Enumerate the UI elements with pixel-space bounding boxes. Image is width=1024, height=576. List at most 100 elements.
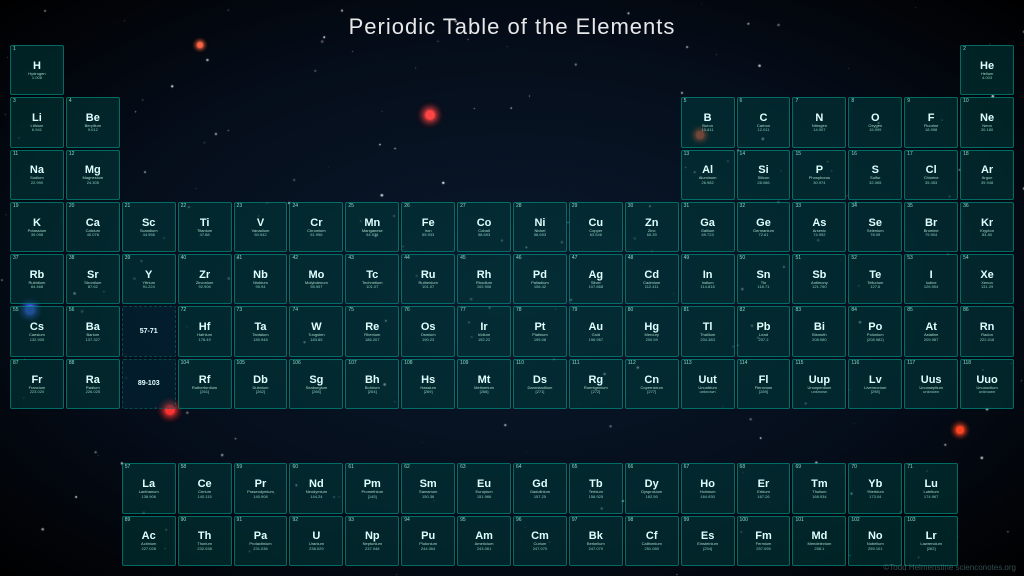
element-S[interactable]: 16SSulfur32.065 bbox=[848, 150, 902, 200]
element-N[interactable]: 7NNitrogen14.007 bbox=[792, 97, 846, 147]
element-Dy[interactable]: 66DyDysprosium162.50 bbox=[625, 463, 679, 513]
element-Ba[interactable]: 56BaBarium137.327 bbox=[66, 306, 120, 356]
element-Lu[interactable]: 71LuLutetium174.967 bbox=[904, 463, 958, 513]
element-Zn[interactable]: 30ZnZinc65.39 bbox=[625, 202, 679, 252]
element-Ta[interactable]: 73TaTantalum180.948 bbox=[234, 306, 288, 356]
element-Y[interactable]: 39YYttrium91.224 bbox=[122, 254, 176, 304]
element-Ac[interactable]: 89-103 bbox=[122, 359, 176, 409]
element-Md[interactable]: 101MdMendelevium258.1 bbox=[792, 516, 846, 566]
element-Fr[interactable]: 87FrFrancium223.020 bbox=[10, 359, 64, 409]
element-Es[interactable]: 99EsEinsteinium[254] bbox=[681, 516, 735, 566]
element-La[interactable]: 57-71 bbox=[122, 306, 176, 356]
element-Hg[interactable]: 80HgMercury200.59 bbox=[625, 306, 679, 356]
element-Mg[interactable]: 12MgMagnesium24.305 bbox=[66, 150, 120, 200]
element-I[interactable]: 53IIodine126.904 bbox=[904, 254, 958, 304]
element-Tm[interactable]: 69TmThulium168.934 bbox=[792, 463, 846, 513]
element-Sn[interactable]: 50SnTin118.71 bbox=[737, 254, 791, 304]
element-Br[interactable]: 35BrBromine79.904 bbox=[904, 202, 958, 252]
element-Mo[interactable]: 42MoMolybdenum98.907 bbox=[289, 254, 343, 304]
element-Pd[interactable]: 46PdPalladium106.42 bbox=[513, 254, 567, 304]
element-Fm[interactable]: 100FmFermium257.095 bbox=[737, 516, 791, 566]
element-Pu[interactable]: 94PuPlutonium244.064 bbox=[401, 516, 455, 566]
element-Sg[interactable]: 106SgSeaborgium[266] bbox=[289, 359, 343, 409]
element-Cm[interactable]: 96CmCurium247.070 bbox=[513, 516, 567, 566]
element-Ir[interactable]: 77IrIridium192.22 bbox=[457, 306, 511, 356]
element-F[interactable]: 9FFluorine18.998 bbox=[904, 97, 958, 147]
element-Os[interactable]: 76OsOsmium190.23 bbox=[401, 306, 455, 356]
element-Bk[interactable]: 97BkBerkelium247.070 bbox=[569, 516, 623, 566]
element-Uus[interactable]: 117UusUnunseptiumunknown bbox=[904, 359, 958, 409]
element-Ra[interactable]: 88RaRadium226.025 bbox=[66, 359, 120, 409]
element-Tl[interactable]: 81TlThallium204.383 bbox=[681, 306, 735, 356]
element-W[interactable]: 74WTungsten183.85 bbox=[289, 306, 343, 356]
element-K[interactable]: 19KPotassium39.098 bbox=[10, 202, 64, 252]
element-Pr[interactable]: 59PrPraseodymium140.908 bbox=[234, 463, 288, 513]
element-Bh[interactable]: 107BhBohrium[264] bbox=[345, 359, 399, 409]
element-Uup[interactable]: 115UupUnunpentiumunknown bbox=[792, 359, 846, 409]
element-Er[interactable]: 68ErErbium167.26 bbox=[737, 463, 791, 513]
element-Nd[interactable]: 60NdNeodymium144.24 bbox=[289, 463, 343, 513]
element-V[interactable]: 23VVanadium50.942 bbox=[234, 202, 288, 252]
element-Ti[interactable]: 22TiTitanium47.88 bbox=[178, 202, 232, 252]
element-No[interactable]: 102NoNobelium259.101 bbox=[848, 516, 902, 566]
element-Xe[interactable]: 54XeXenon131.29 bbox=[960, 254, 1014, 304]
element-Ga[interactable]: 31GaGallium69.723 bbox=[681, 202, 735, 252]
element-P[interactable]: 15PPhosphorus30.974 bbox=[792, 150, 846, 200]
element-Ca[interactable]: 20CaCalcium40.078 bbox=[66, 202, 120, 252]
element-Tb[interactable]: 65TbTerbium158.925 bbox=[569, 463, 623, 513]
element-Rb[interactable]: 37RbRubidium84.468 bbox=[10, 254, 64, 304]
element-He[interactable]: 2HeHelium4.003 bbox=[960, 45, 1014, 95]
element-Cl[interactable]: 17ClChlorine35.453 bbox=[904, 150, 958, 200]
element-Pb[interactable]: 82PbLead207.2 bbox=[737, 306, 791, 356]
element-Lr[interactable]: 103LrLawrencium[262] bbox=[904, 516, 958, 566]
element-Co[interactable]: 27CoCobalt58.693 bbox=[457, 202, 511, 252]
element-In[interactable]: 49InIndium114.818 bbox=[681, 254, 735, 304]
element-Si[interactable]: 14SiSilicon28.086 bbox=[737, 150, 791, 200]
element-Po[interactable]: 84PoPolonium(208.982) bbox=[848, 306, 902, 356]
element-Rg[interactable]: 111RgRoentgenium[272] bbox=[569, 359, 623, 409]
element-Kr[interactable]: 36KrKrypton84.80 bbox=[960, 202, 1014, 252]
element-Sb[interactable]: 51SbAntimony121.760 bbox=[792, 254, 846, 304]
element-Lv[interactable]: 116LvLivermorium[298] bbox=[848, 359, 902, 409]
element-Cd[interactable]: 48CdCadmium112.411 bbox=[625, 254, 679, 304]
element-Cn[interactable]: 112CnCopernicium[277] bbox=[625, 359, 679, 409]
element-Ce[interactable]: 58CeCerium140.115 bbox=[178, 463, 232, 513]
element-Sm[interactable]: 62SmSamarium150.36 bbox=[401, 463, 455, 513]
element-Re[interactable]: 75ReRhenium186.207 bbox=[345, 306, 399, 356]
element-O[interactable]: 8OOxygen15.999 bbox=[848, 97, 902, 147]
element-Bi[interactable]: 83BiBismuth208.980 bbox=[792, 306, 846, 356]
element-Uuo[interactable]: 118UuoUnunoctiumunknown bbox=[960, 359, 1014, 409]
element-Pt[interactable]: 78PtPlatinum195.08 bbox=[513, 306, 567, 356]
element-Hs[interactable]: 108HsHassium[269] bbox=[401, 359, 455, 409]
element-C[interactable]: 6CCarbon12.011 bbox=[737, 97, 791, 147]
element-Rf[interactable]: 104RfRutherfordium[261] bbox=[178, 359, 232, 409]
element-Ac[interactable]: 89AcActinium227.028 bbox=[122, 516, 176, 566]
element-Db[interactable]: 105DbDubnium[262] bbox=[234, 359, 288, 409]
element-Ge[interactable]: 32GeGermanium72.61 bbox=[737, 202, 791, 252]
element-Th[interactable]: 90ThThorium232.038 bbox=[178, 516, 232, 566]
element-At[interactable]: 85AtAstatine209.987 bbox=[904, 306, 958, 356]
element-Li[interactable]: 3LiLithium6.941 bbox=[10, 97, 64, 147]
element-Be[interactable]: 4BeBeryllium9.012 bbox=[66, 97, 120, 147]
element-U[interactable]: 92UUranium238.029 bbox=[289, 516, 343, 566]
element-H[interactable]: 1HHydrogen1.008 bbox=[10, 45, 64, 95]
element-Cs[interactable]: 55CsCaesium132.905 bbox=[10, 306, 64, 356]
element-Cf[interactable]: 98CfCalifornium251.080 bbox=[625, 516, 679, 566]
element-Ne[interactable]: 10NeNeon20.180 bbox=[960, 97, 1014, 147]
element-La[interactable]: 57LaLanthanum138.906 bbox=[122, 463, 176, 513]
element-B[interactable]: 5BBoron10.811 bbox=[681, 97, 735, 147]
element-Sr[interactable]: 38SrStrontium87.62 bbox=[66, 254, 120, 304]
element-Tc[interactable]: 43TcTechnetium101.07 bbox=[345, 254, 399, 304]
element-Mn[interactable]: 25MnManganese54.938 bbox=[345, 202, 399, 252]
element-Yb[interactable]: 70YbYtterbium173.04 bbox=[848, 463, 902, 513]
element-Te[interactable]: 52TeTellurium127.6 bbox=[848, 254, 902, 304]
element-Gd[interactable]: 64GdGadolinium157.25 bbox=[513, 463, 567, 513]
element-Cr[interactable]: 24CrChromium51.996 bbox=[289, 202, 343, 252]
element-Np[interactable]: 93NpNeptunium237.048 bbox=[345, 516, 399, 566]
element-Rh[interactable]: 45RhRhodium102.906 bbox=[457, 254, 511, 304]
element-Se[interactable]: 34SeSelenium78.09 bbox=[848, 202, 902, 252]
element-Ar[interactable]: 18ArArgon39.948 bbox=[960, 150, 1014, 200]
element-As[interactable]: 33AsArsenic74.992 bbox=[792, 202, 846, 252]
element-Ds[interactable]: 110DsDarmstadtium[271] bbox=[513, 359, 567, 409]
element-Na[interactable]: 11NaSodium22.990 bbox=[10, 150, 64, 200]
